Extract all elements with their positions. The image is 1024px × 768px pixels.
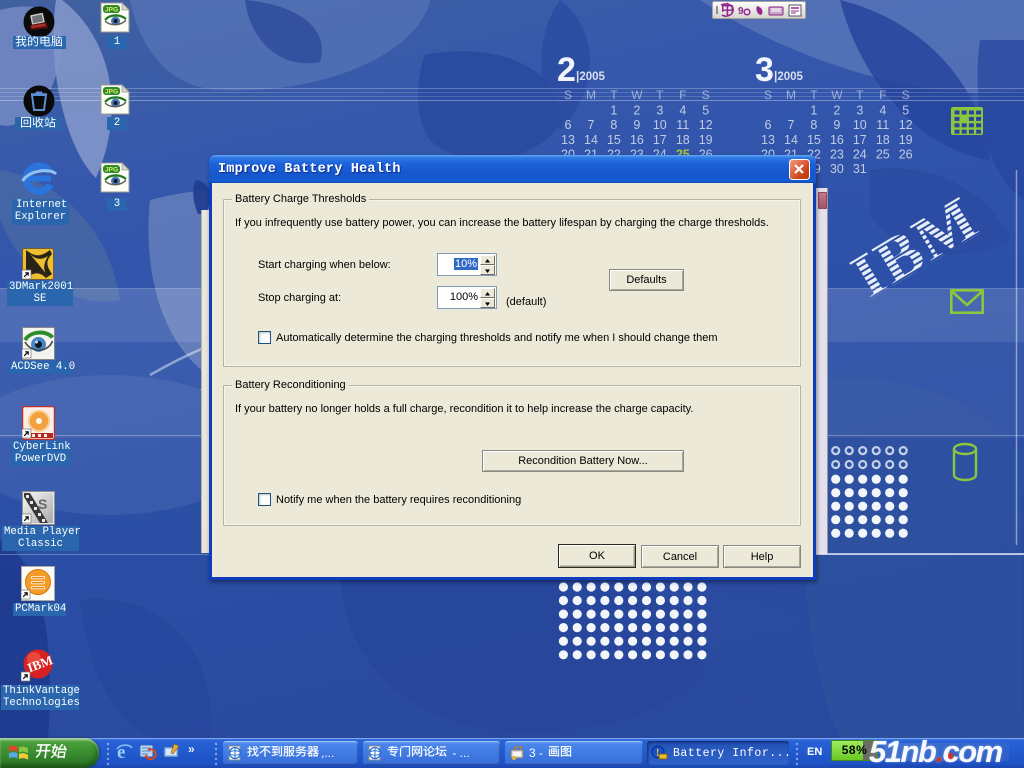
svg-text:M: M (786, 88, 796, 102)
svg-text:M: M (586, 88, 596, 102)
svg-text:25: 25 (876, 148, 890, 162)
svg-text:30: 30 (830, 162, 844, 176)
svg-text:31: 31 (853, 162, 867, 176)
svg-text:12: 12 (699, 118, 713, 132)
svg-text:2: 2 (557, 51, 576, 89)
svg-text:12: 12 (899, 118, 913, 132)
svg-text:»: » (188, 742, 195, 756)
svg-text:|2005: |2005 (576, 69, 606, 83)
svg-text:5: 5 (902, 104, 909, 118)
svg-text:6: 6 (765, 118, 772, 132)
svg-text:16: 16 (830, 133, 844, 147)
svg-text:S: S (564, 88, 572, 102)
svg-text:W: W (631, 88, 643, 102)
svg-text:19: 19 (699, 133, 713, 147)
svg-text:8: 8 (610, 118, 617, 132)
svg-text:1: 1 (810, 104, 817, 118)
svg-text:3: 3 (656, 104, 663, 118)
svg-text:S: S (902, 88, 910, 102)
svg-text:2: 2 (833, 104, 840, 118)
svg-text:11: 11 (876, 118, 889, 132)
svg-text:7: 7 (788, 118, 795, 132)
svg-text:18: 18 (676, 133, 690, 147)
svg-text:S: S (38, 496, 47, 512)
svg-text:S: S (702, 88, 710, 102)
svg-text:JPG: JPG (105, 7, 118, 14)
svg-text:13: 13 (561, 133, 575, 147)
svg-text:14: 14 (584, 133, 598, 147)
svg-text:JPG: JPG (105, 89, 118, 96)
svg-text:4: 4 (879, 104, 886, 118)
svg-text:3: 3 (755, 51, 774, 89)
svg-text:15: 15 (807, 133, 821, 147)
svg-text:15: 15 (607, 133, 621, 147)
svg-text:10: 10 (853, 118, 867, 132)
svg-text:6: 6 (565, 118, 572, 132)
svg-text:19: 19 (899, 133, 913, 147)
svg-text:26: 26 (899, 148, 913, 162)
svg-text:14: 14 (784, 133, 798, 147)
svg-text:9: 9 (633, 118, 640, 132)
svg-text:24: 24 (853, 148, 867, 162)
svg-text:5: 5 (702, 104, 709, 118)
svg-text:1: 1 (610, 104, 617, 118)
svg-text:JPG: JPG (105, 167, 118, 174)
svg-text:4: 4 (679, 104, 686, 118)
svg-text:8: 8 (810, 118, 817, 132)
svg-text:F: F (679, 88, 686, 102)
svg-text:T: T (810, 88, 818, 102)
svg-text:W: W (831, 88, 843, 102)
svg-text:10: 10 (653, 118, 667, 132)
svg-text:F: F (879, 88, 886, 102)
svg-text:18: 18 (876, 133, 890, 147)
svg-text:17: 17 (653, 133, 667, 147)
svg-text:3: 3 (856, 104, 863, 118)
svg-text:2: 2 (633, 104, 640, 118)
svg-text:S: S (764, 88, 772, 102)
svg-text:9: 9 (738, 6, 744, 17)
svg-text:T: T (610, 88, 618, 102)
svg-text:17: 17 (853, 133, 867, 147)
svg-text:T: T (856, 88, 864, 102)
svg-text:T: T (656, 88, 664, 102)
svg-text:|2005: |2005 (774, 69, 804, 83)
svg-text:9: 9 (833, 118, 840, 132)
svg-text:16: 16 (630, 133, 644, 147)
svg-text:23: 23 (830, 148, 844, 162)
svg-text:13: 13 (761, 133, 775, 147)
svg-text:7: 7 (588, 118, 595, 132)
svg-text:11: 11 (676, 118, 689, 132)
